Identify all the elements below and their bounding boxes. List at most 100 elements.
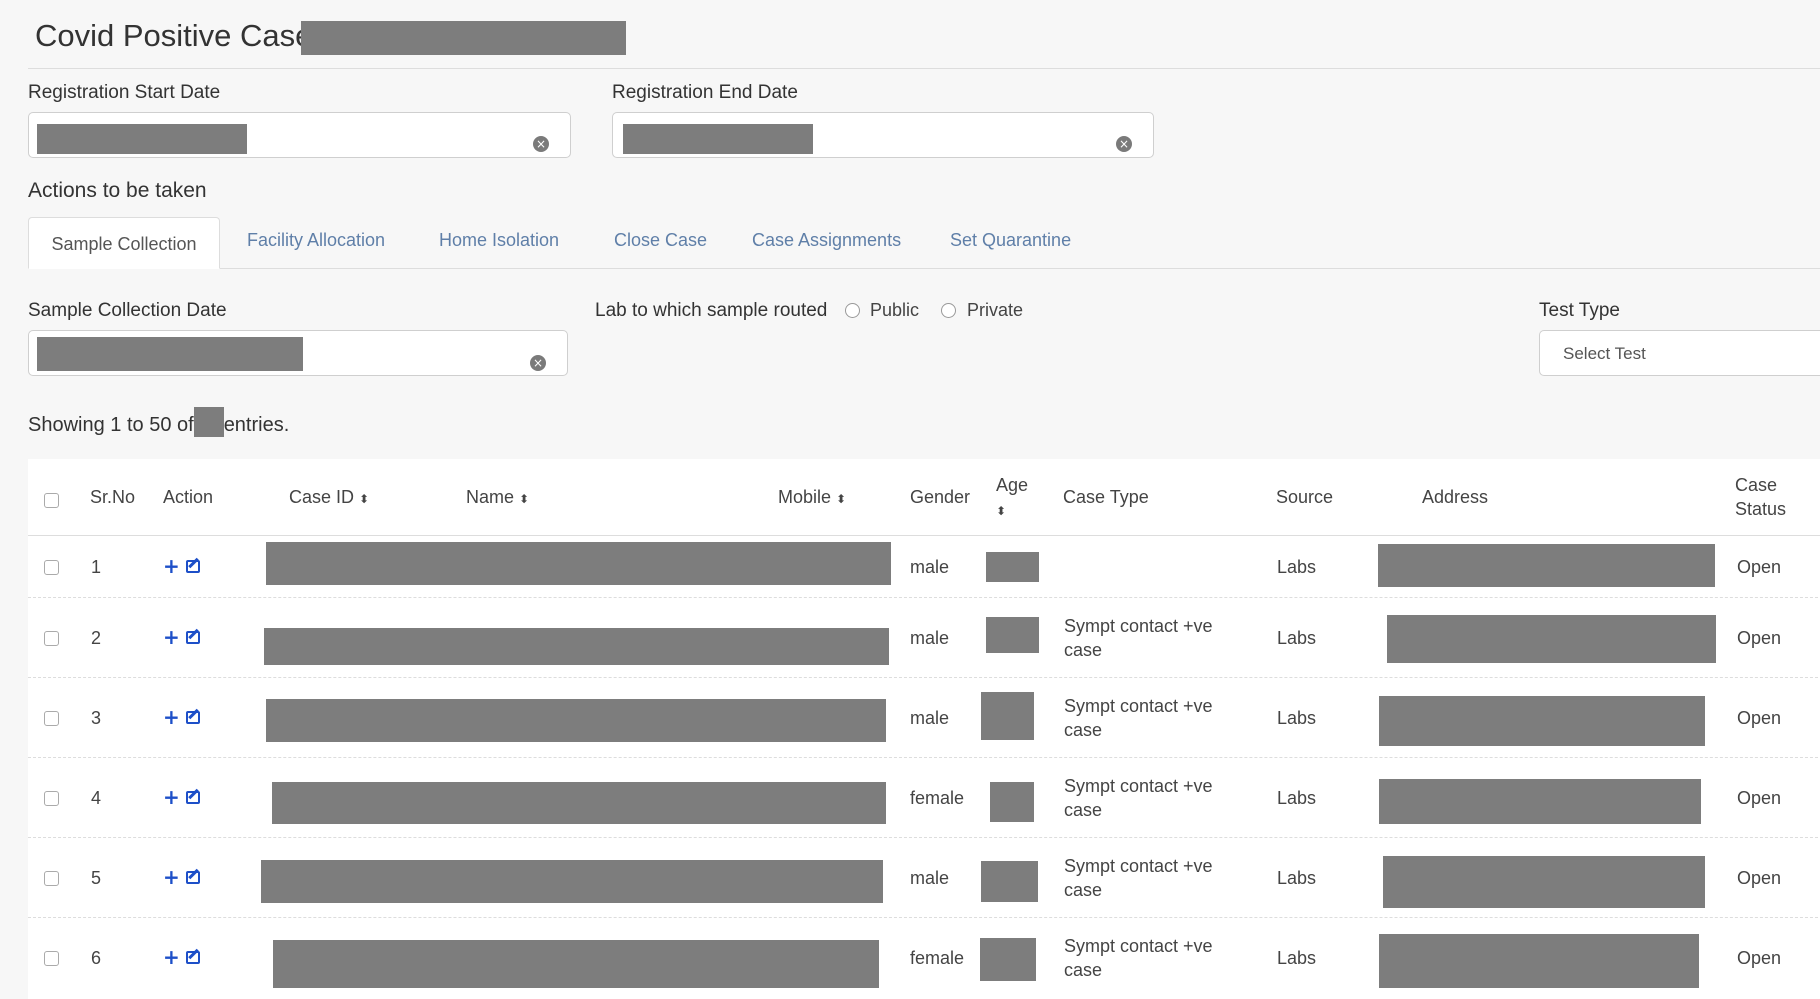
- case-type-line1: Sympt contact +ve: [1064, 776, 1213, 796]
- row-checkbox[interactable]: [44, 631, 59, 646]
- row-case-type: Sympt contact +ve case: [1064, 774, 1213, 822]
- redacted-block: [1387, 615, 1716, 663]
- redacted-block: [266, 699, 886, 742]
- tabs-divider: [28, 268, 1820, 269]
- tab-sample-collection[interactable]: Sample Collection: [28, 217, 220, 269]
- redacted-block: [37, 124, 247, 154]
- radio-public[interactable]: [845, 303, 860, 318]
- plus-icon[interactable]: +: [163, 556, 180, 576]
- edit-icon[interactable]: [186, 560, 200, 573]
- sort-icon[interactable]: ⬍: [836, 492, 846, 506]
- row-case-type: Sympt contact +ve case: [1064, 934, 1213, 982]
- plus-icon[interactable]: +: [163, 947, 180, 967]
- lab-routed-label: Lab to which sample routed: [595, 300, 828, 321]
- clear-icon[interactable]: ×: [530, 355, 546, 371]
- edit-icon[interactable]: [186, 951, 200, 964]
- redacted-block: [261, 860, 883, 903]
- plus-icon[interactable]: +: [163, 867, 180, 887]
- radio-private[interactable]: [941, 303, 956, 318]
- divider: [28, 68, 1820, 69]
- row-sr-no: 5: [91, 868, 102, 888]
- select-all-checkbox[interactable]: [44, 493, 59, 508]
- showing-prefix: Showing 1 to 50 of: [28, 414, 194, 436]
- row-divider: [28, 597, 1820, 598]
- redacted-block: [990, 782, 1034, 822]
- row-sr-no: 3: [91, 708, 102, 728]
- row-status: Open: [1737, 557, 1782, 577]
- tab-case-assignments[interactable]: Case Assignments: [752, 230, 901, 251]
- row-source: Labs: [1277, 788, 1317, 808]
- case-type-line1: Sympt contact +ve: [1064, 856, 1213, 876]
- clear-icon[interactable]: ×: [533, 136, 549, 152]
- row-case-type: Sympt contact +ve case: [1064, 614, 1213, 662]
- col-case-status: Case Status: [1735, 473, 1786, 521]
- redacted-block: [264, 628, 889, 665]
- edit-icon[interactable]: [186, 631, 200, 644]
- row-sr-no: 6: [91, 948, 102, 968]
- redacted-block: [193, 406, 224, 437]
- col-case-type: Case Type: [1063, 487, 1149, 507]
- redacted-block: [1383, 856, 1705, 908]
- col-age[interactable]: Age ⬍: [996, 473, 1028, 523]
- redacted-block: [1379, 779, 1701, 824]
- edit-icon[interactable]: [186, 871, 200, 884]
- edit-icon[interactable]: [186, 711, 200, 724]
- row-source: Labs: [1277, 708, 1317, 728]
- col-source: Source: [1276, 487, 1334, 507]
- case-type-line1: Sympt contact +ve: [1064, 696, 1213, 716]
- plus-icon[interactable]: +: [163, 787, 180, 807]
- row-checkbox[interactable]: [44, 711, 59, 726]
- sort-icon[interactable]: ⬍: [359, 492, 369, 506]
- case-type-line1: Sympt contact +ve: [1064, 616, 1213, 636]
- row-checkbox[interactable]: [44, 791, 59, 806]
- col-sr-no: Sr.No: [90, 487, 136, 507]
- col-name-label: Name: [466, 487, 515, 507]
- row-divider: [28, 677, 1820, 678]
- redacted-block: [37, 337, 303, 371]
- tab-close-case[interactable]: Close Case: [614, 230, 707, 251]
- tab-set-quarantine[interactable]: Set Quarantine: [950, 230, 1071, 251]
- col-age-label: Age: [996, 475, 1029, 495]
- col-case-status-line2: Status: [1735, 499, 1787, 519]
- redacted-block: [1378, 544, 1715, 587]
- redacted-block: [1379, 934, 1699, 988]
- sort-icon[interactable]: ⬍: [519, 492, 529, 506]
- redacted-block: [980, 938, 1036, 981]
- col-case-status-line1: Case: [1735, 475, 1778, 495]
- test-type-select[interactable]: Select Test: [1539, 330, 1820, 376]
- row-checkbox[interactable]: [44, 560, 59, 575]
- redacted-block: [266, 542, 891, 585]
- row-checkbox[interactable]: [44, 871, 59, 886]
- row-gender: male: [910, 868, 950, 888]
- tab-home-isolation[interactable]: Home Isolation: [439, 230, 559, 251]
- tab-facility-allocation[interactable]: Facility Allocation: [247, 230, 385, 251]
- row-sr-no: 2: [91, 628, 102, 648]
- showing-suffix: entries.: [223, 414, 290, 436]
- registration-start-label: Registration Start Date: [28, 82, 221, 103]
- sort-icon[interactable]: ⬍: [996, 504, 1006, 518]
- registration-start-input[interactable]: ×: [28, 112, 571, 158]
- test-type-label: Test Type: [1539, 300, 1620, 321]
- header-divider: [28, 535, 1820, 536]
- col-name[interactable]: Name ⬍: [466, 485, 529, 511]
- sample-collection-date-input[interactable]: ×: [28, 330, 568, 376]
- row-case-type: Sympt contact +ve case: [1064, 694, 1213, 742]
- row-sr-no: 1: [91, 557, 102, 577]
- plus-icon[interactable]: +: [163, 627, 180, 647]
- plus-icon[interactable]: +: [163, 707, 180, 727]
- row-status: Open: [1737, 628, 1782, 648]
- row-status: Open: [1737, 788, 1782, 808]
- registration-end-label: Registration End Date: [612, 82, 798, 103]
- col-mobile[interactable]: Mobile ⬍: [778, 485, 846, 511]
- col-case-id[interactable]: Case ID ⬍: [289, 485, 369, 511]
- row-checkbox[interactable]: [44, 951, 59, 966]
- row-gender: female: [910, 948, 965, 968]
- radio-public-label: Public: [870, 300, 920, 320]
- edit-icon[interactable]: [186, 791, 200, 804]
- clear-icon[interactable]: ×: [1116, 136, 1132, 152]
- row-divider: [28, 917, 1820, 918]
- redacted-block: [981, 692, 1034, 740]
- row-status: Open: [1737, 708, 1782, 728]
- registration-end-input[interactable]: ×: [612, 112, 1154, 158]
- row-gender: male: [910, 708, 950, 728]
